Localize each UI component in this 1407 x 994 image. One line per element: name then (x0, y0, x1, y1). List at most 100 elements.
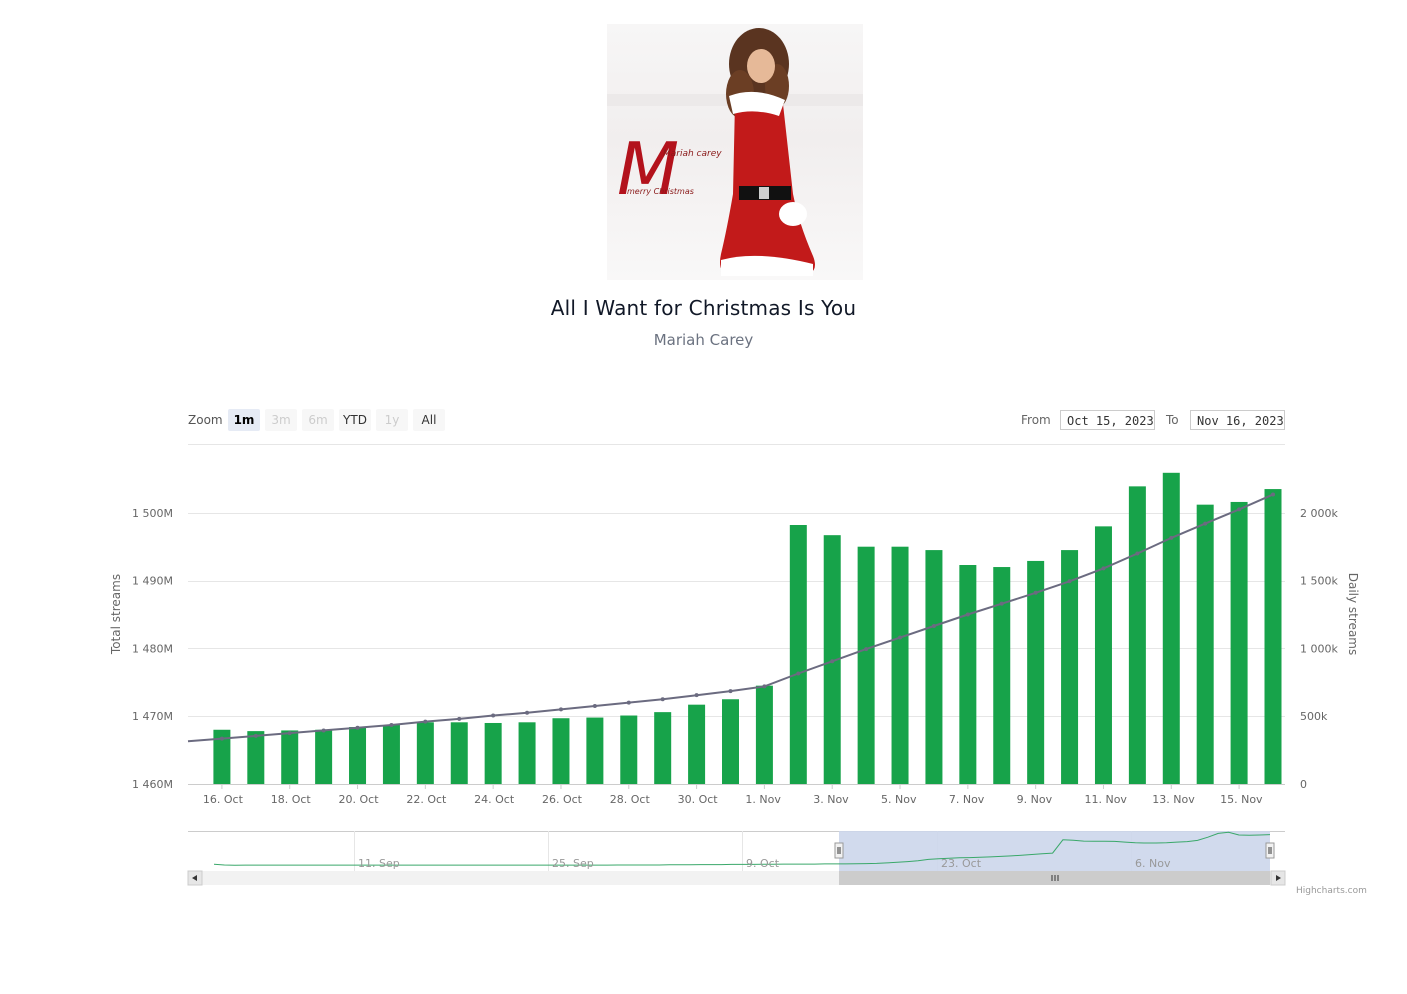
total-streams-point (423, 719, 428, 724)
total-streams-point (796, 671, 801, 676)
scrollbar-right-arrow[interactable] (1270, 870, 1286, 886)
x-tick-label: 15. Nov (1220, 793, 1263, 806)
navigator: 11. Sep 25. Sep 9. Oct 23. Oct 6. Nov (187, 831, 1286, 886)
total-streams-point (728, 689, 733, 694)
zoom-1y-button[interactable]: 1y (376, 409, 408, 431)
daily-streams-bar (891, 546, 909, 784)
x-tick-label: 16. Oct (203, 793, 244, 806)
daily-streams-bar (349, 727, 367, 784)
daily-streams-bar (1027, 560, 1045, 784)
daily-streams-bar (213, 729, 231, 784)
total-streams-point (626, 700, 631, 705)
x-tick-label: 18. Oct (271, 793, 312, 806)
x-tick-label: 30. Oct (678, 793, 719, 806)
y-tick-right: 500k (1300, 710, 1328, 723)
navigator-tick-label: 11. Sep (358, 857, 400, 870)
navigator-series-line (213, 831, 1271, 866)
total-streams-point (694, 693, 699, 698)
x-tick-label: 3. Nov (813, 793, 849, 806)
x-tick-label: 22. Oct (406, 793, 447, 806)
total-streams-point (253, 733, 258, 738)
navigator-selected-range[interactable] (839, 831, 1270, 871)
x-tick-label: 20. Oct (339, 793, 380, 806)
navigator-handle-right[interactable] (1265, 842, 1275, 859)
y-tick-left: 1 460M (132, 778, 173, 791)
total-streams-point (1101, 566, 1106, 571)
total-streams-point (1271, 492, 1275, 497)
album-cover: M Mariah carey merry Christmas (607, 24, 863, 280)
daily-streams-bar (247, 731, 265, 784)
daily-streams-bar (315, 729, 333, 784)
total-streams-point (999, 601, 1004, 606)
scrollbar-left-arrow[interactable] (187, 870, 203, 886)
daily-streams-bar (518, 722, 536, 784)
daily-streams-bar (1196, 504, 1214, 784)
daily-streams-bar (857, 546, 875, 784)
y-tick-right: 0 (1300, 778, 1307, 791)
daily-streams-bar (416, 722, 434, 784)
daily-streams-bar (1264, 489, 1282, 784)
navigator-tick-label: 25. Sep (552, 857, 594, 870)
daily-streams-bar (688, 704, 706, 784)
y-axis-left-title: Total streams (109, 574, 123, 655)
total-streams-line (187, 493, 1274, 743)
scrollbar-track[interactable] (188, 871, 1285, 885)
to-date-input[interactable]: Nov 16, 2023 (1190, 410, 1285, 430)
total-streams-point (1169, 535, 1174, 540)
daily-streams-bar (586, 717, 604, 784)
navigator-tick-label: 23. Oct (941, 857, 982, 870)
y-tick-left: 1 490M (132, 575, 173, 588)
total-streams-point (321, 728, 326, 733)
y-tick-right: 2 000k (1300, 507, 1338, 520)
album-cover-art: M Mariah carey merry Christmas (607, 24, 863, 280)
cover-logo-line2: merry Christmas (627, 187, 694, 196)
total-streams-point (898, 635, 903, 640)
scrollbar-thumb[interactable] (839, 871, 1270, 885)
daily-streams-bar (281, 730, 299, 784)
daily-streams-bar (722, 699, 739, 784)
y-tick-right: 1 500k (1300, 575, 1338, 588)
navigator-tick-label: 9. Oct (746, 857, 780, 870)
daily-streams-bar (1230, 501, 1248, 784)
zoom-6m-button[interactable]: 6m (302, 409, 334, 431)
daily-streams-bar (1128, 486, 1146, 784)
y-axis-right-title: Daily streams (1346, 573, 1360, 655)
zoom-1m-button[interactable]: 1m (228, 409, 260, 431)
total-streams-point (830, 659, 835, 664)
daily-streams-bar (450, 722, 468, 784)
zoom-ytd-button[interactable]: YTD (339, 409, 371, 431)
total-streams-point (1237, 507, 1242, 512)
zoom-label: Zoom (188, 413, 223, 427)
navigator-tick-label: 6. Nov (1135, 857, 1171, 870)
to-label: To (1166, 413, 1179, 427)
navigator-handle-left[interactable] (834, 842, 844, 859)
daily-streams-bar (484, 722, 502, 784)
daily-streams-bar (1162, 472, 1180, 784)
daily-streams-bar (755, 685, 773, 784)
x-tick-label: 9. Nov (1017, 793, 1053, 806)
total-streams-point (1203, 521, 1208, 526)
x-tick-label: 26. Oct (542, 793, 583, 806)
daily-streams-bar (552, 718, 570, 784)
credits-link[interactable]: Highcharts.com (1296, 886, 1367, 896)
song-title: All I Want for Christmas Is You (550, 296, 857, 320)
total-streams-point (1135, 551, 1140, 556)
zoom-3m-button[interactable]: 3m (265, 409, 297, 431)
y-tick-left: 1 500M (132, 507, 173, 520)
from-label: From (1021, 413, 1051, 427)
daily-streams-bar (620, 715, 638, 784)
total-streams-point (558, 707, 563, 712)
from-date-input[interactable]: Oct 15, 2023 (1060, 410, 1155, 430)
x-tick-label: 7. Nov (949, 793, 985, 806)
x-tick-label: 11. Nov (1084, 793, 1127, 806)
total-streams-point (491, 713, 496, 718)
total-streams-point (457, 716, 462, 721)
daily-streams-bar (1094, 526, 1112, 784)
total-streams-point (864, 647, 869, 652)
total-streams-point (1067, 579, 1072, 584)
daily-streams-bar (789, 525, 807, 784)
daily-streams-bar (382, 725, 400, 784)
zoom-all-button[interactable]: All (413, 409, 445, 431)
artist-name: Mariah Carey (653, 331, 754, 349)
daily-streams-bar (925, 550, 943, 784)
